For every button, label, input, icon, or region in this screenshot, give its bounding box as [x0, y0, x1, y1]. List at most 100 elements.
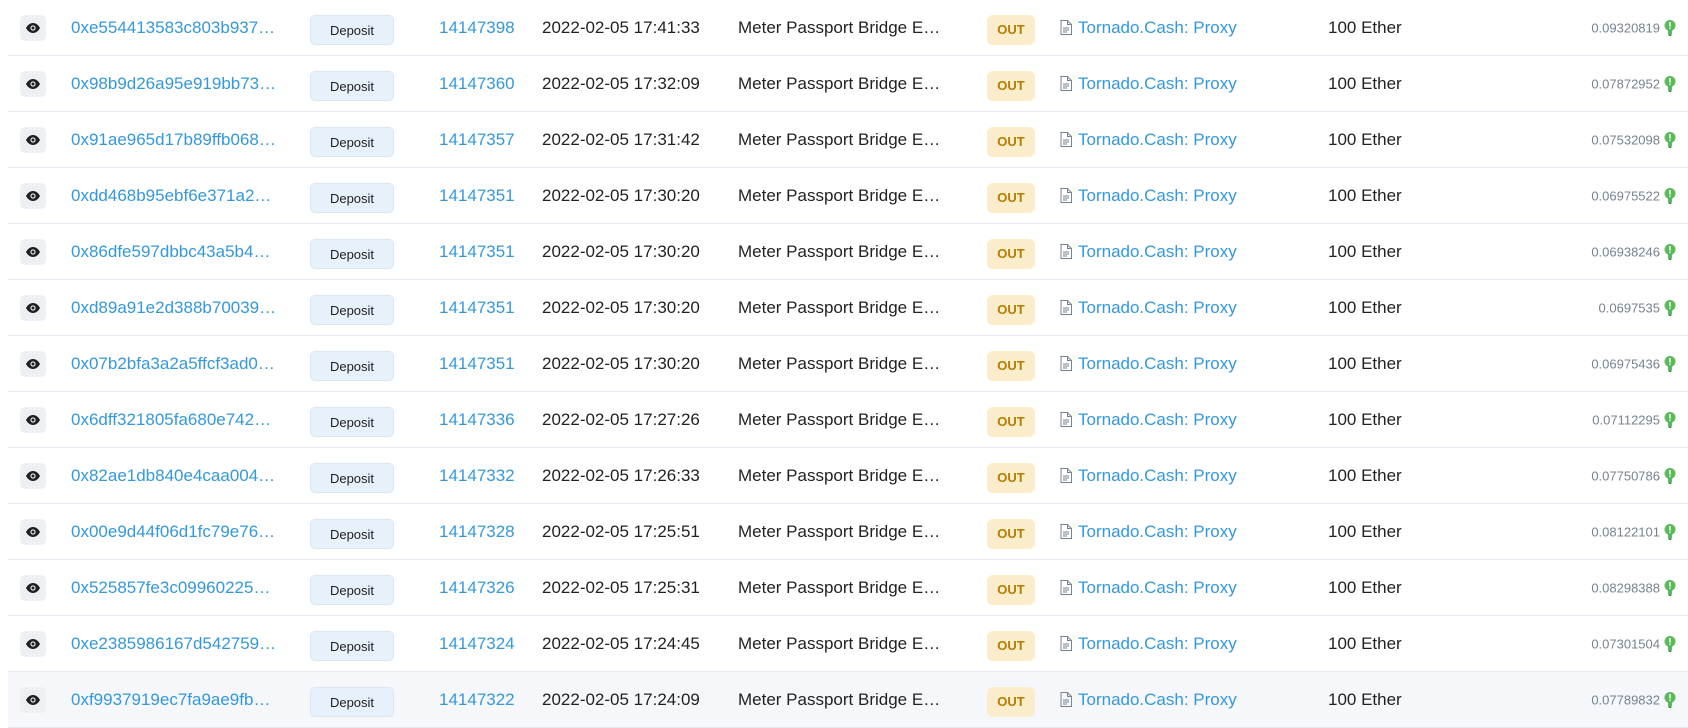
- block-link[interactable]: 14147351: [439, 186, 515, 206]
- view-details-button[interactable]: [20, 406, 46, 433]
- to-address-link[interactable]: Tornado.Cash: Proxy: [1078, 18, 1237, 38]
- view-details-button[interactable]: [20, 238, 46, 265]
- table-row: 0x6dff321805fa680e742… Deposit 14147336 …: [8, 392, 1688, 448]
- txn-hash-link[interactable]: 0x525857fe3c09960225…: [71, 578, 286, 598]
- lightbulb-icon[interactable]: [1664, 187, 1676, 204]
- value-cell: 100 Ether: [1328, 129, 1402, 149]
- from-address: Meter Passport Bridge E…: [738, 17, 941, 37]
- to-address: Tornado.Cash: Proxy: [1060, 186, 1237, 206]
- txn-fee: 0.07532098: [1591, 131, 1676, 148]
- block-link[interactable]: 14147328: [439, 522, 515, 542]
- txn-fee: 0.0697535: [1599, 299, 1676, 316]
- txn-hash-link[interactable]: 0xdd468b95ebf6e371a2…: [71, 186, 286, 206]
- age-cell: 2022-02-05 17:30:20: [542, 353, 700, 373]
- to-address: Tornado.Cash: Proxy: [1060, 354, 1237, 374]
- block-link[interactable]: 14147322: [439, 690, 515, 710]
- txn-hash-link[interactable]: 0xe2385986167d542759…: [71, 634, 286, 654]
- txn-fee: 0.06975522: [1591, 187, 1676, 204]
- direction-badge: OUT: [987, 406, 1035, 437]
- lightbulb-icon[interactable]: [1664, 299, 1676, 316]
- document-icon: [1060, 636, 1072, 651]
- txn-hash-link[interactable]: 0x82ae1db840e4caa004…: [71, 466, 286, 486]
- method-badge: Deposit: [310, 686, 394, 717]
- age-cell: 2022-02-05 17:41:33: [542, 17, 700, 37]
- block-link[interactable]: 14147398: [439, 18, 515, 38]
- from-address: Meter Passport Bridge E…: [738, 185, 941, 205]
- method-badge: Deposit: [310, 462, 394, 493]
- eye-icon: [26, 694, 40, 705]
- lightbulb-icon[interactable]: [1664, 579, 1676, 596]
- to-address: Tornado.Cash: Proxy: [1060, 410, 1237, 430]
- txn-fee-value: 0.08122101: [1591, 524, 1660, 539]
- to-address-link[interactable]: Tornado.Cash: Proxy: [1078, 634, 1237, 654]
- to-address-link[interactable]: Tornado.Cash: Proxy: [1078, 522, 1237, 542]
- view-details-button[interactable]: [20, 350, 46, 377]
- lightbulb-icon[interactable]: [1664, 411, 1676, 428]
- view-details-button[interactable]: [20, 462, 46, 489]
- txn-fee-value: 0.0697535: [1598, 300, 1660, 315]
- view-details-button[interactable]: [20, 630, 46, 657]
- table-row: 0xe2385986167d542759… Deposit 14147324 2…: [8, 616, 1688, 672]
- view-details-button[interactable]: [20, 14, 46, 41]
- view-details-button[interactable]: [20, 574, 46, 601]
- to-address-link[interactable]: Tornado.Cash: Proxy: [1078, 186, 1237, 206]
- txn-fee: 0.08298388: [1591, 579, 1676, 596]
- block-link[interactable]: 14147357: [439, 130, 515, 150]
- to-address-link[interactable]: Tornado.Cash: Proxy: [1078, 242, 1237, 262]
- block-link[interactable]: 14147351: [439, 298, 515, 318]
- block-link[interactable]: 14147332: [439, 466, 515, 486]
- block-link[interactable]: 14147351: [439, 354, 515, 374]
- age-cell: 2022-02-05 17:27:26: [542, 409, 700, 429]
- value-cell: 100 Ether: [1328, 297, 1402, 317]
- txn-hash-link[interactable]: 0x07b2bfa3a2a5ffcf3ad0…: [71, 354, 286, 374]
- txn-fee: 0.06975436: [1591, 355, 1676, 372]
- view-details-button[interactable]: [20, 518, 46, 545]
- lightbulb-icon[interactable]: [1664, 691, 1676, 708]
- to-address: Tornado.Cash: Proxy: [1060, 690, 1237, 710]
- view-details-button[interactable]: [20, 182, 46, 209]
- to-address: Tornado.Cash: Proxy: [1060, 74, 1237, 94]
- to-address-link[interactable]: Tornado.Cash: Proxy: [1078, 410, 1237, 430]
- view-details-button[interactable]: [20, 686, 46, 713]
- table-row: 0xe554413583c803b937… Deposit 14147398 2…: [8, 0, 1688, 56]
- lightbulb-icon[interactable]: [1664, 635, 1676, 652]
- eye-icon: [26, 470, 40, 481]
- to-address-link[interactable]: Tornado.Cash: Proxy: [1078, 578, 1237, 598]
- lightbulb-icon[interactable]: [1664, 467, 1676, 484]
- to-address-link[interactable]: Tornado.Cash: Proxy: [1078, 466, 1237, 486]
- age-cell: 2022-02-05 17:30:20: [542, 185, 700, 205]
- txn-fee-value: 0.07301504: [1591, 636, 1660, 651]
- eye-icon: [26, 302, 40, 313]
- value-cell: 100 Ether: [1328, 17, 1402, 37]
- lightbulb-icon[interactable]: [1664, 355, 1676, 372]
- block-link[interactable]: 14147360: [439, 74, 515, 94]
- block-link[interactable]: 14147326: [439, 578, 515, 598]
- view-details-button[interactable]: [20, 70, 46, 97]
- txn-hash-link[interactable]: 0x86dfe597dbbc43a5b4…: [71, 242, 286, 262]
- txn-hash-link[interactable]: 0x98b9d26a95e919bb73…: [71, 74, 286, 94]
- to-address-link[interactable]: Tornado.Cash: Proxy: [1078, 74, 1237, 94]
- view-details-button[interactable]: [20, 126, 46, 153]
- txn-hash-link[interactable]: 0x91ae965d17b89ffb068…: [71, 130, 286, 150]
- block-link[interactable]: 14147324: [439, 634, 515, 654]
- view-details-button[interactable]: [20, 294, 46, 321]
- lightbulb-icon[interactable]: [1664, 19, 1676, 36]
- txn-hash-link[interactable]: 0x6dff321805fa680e742…: [71, 410, 286, 430]
- lightbulb-icon[interactable]: [1664, 131, 1676, 148]
- txn-hash-link[interactable]: 0xd89a91e2d388b70039…: [71, 298, 286, 318]
- to-address-link[interactable]: Tornado.Cash: Proxy: [1078, 690, 1237, 710]
- lightbulb-icon[interactable]: [1664, 523, 1676, 540]
- lightbulb-icon[interactable]: [1664, 243, 1676, 260]
- document-icon: [1060, 356, 1072, 371]
- eye-icon: [26, 78, 40, 89]
- table-row: 0x91ae965d17b89ffb068… Deposit 14147357 …: [8, 112, 1688, 168]
- txn-hash-link[interactable]: 0x00e9d44f06d1fc79e76…: [71, 522, 286, 542]
- to-address-link[interactable]: Tornado.Cash: Proxy: [1078, 130, 1237, 150]
- block-link[interactable]: 14147336: [439, 410, 515, 430]
- txn-hash-link[interactable]: 0xe554413583c803b937…: [71, 18, 286, 38]
- block-link[interactable]: 14147351: [439, 242, 515, 262]
- txn-hash-link[interactable]: 0xf9937919ec7fa9ae9fb…: [71, 690, 286, 710]
- to-address-link[interactable]: Tornado.Cash: Proxy: [1078, 298, 1237, 318]
- to-address-link[interactable]: Tornado.Cash: Proxy: [1078, 354, 1237, 374]
- lightbulb-icon[interactable]: [1664, 75, 1676, 92]
